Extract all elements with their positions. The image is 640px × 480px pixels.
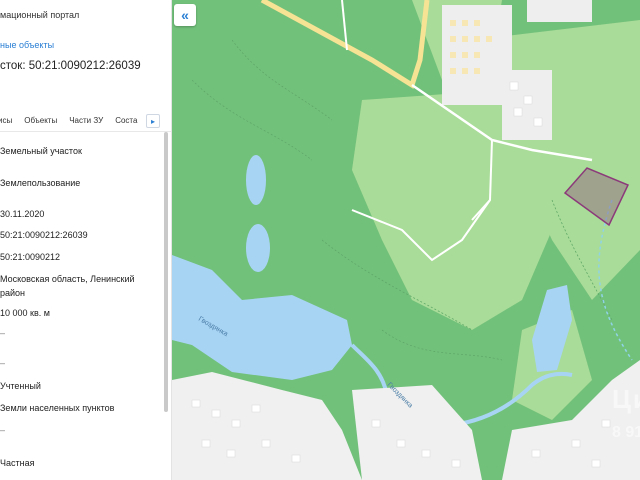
lake-small: [246, 224, 270, 272]
tab-description[interactable]: исы: [0, 116, 12, 125]
map-canvas[interactable]: Гвоздянка Гвоздянка: [172, 0, 640, 480]
portal-title: мационный портал: [0, 10, 80, 20]
urban-block: [527, 0, 592, 22]
tab-parts[interactable]: Части ЗУ: [69, 116, 103, 125]
field-object-type: Земельный участок: [0, 146, 82, 156]
watermark-phone: 8 911 8640: [612, 424, 640, 441]
double-chevron-left-icon[interactable]: «: [174, 4, 196, 26]
field-ownership: Частная: [0, 458, 35, 468]
lake-small: [246, 155, 266, 205]
info-panel: мационный портал ные объекты сток: 50:21…: [0, 0, 172, 480]
field-empty-2: –: [0, 358, 6, 368]
field-area: 10 000 кв. м: [0, 308, 50, 318]
urban-block: [502, 70, 552, 140]
tab-bar: исы Объекты Части ЗУ Соста ▸: [0, 110, 171, 132]
watermark-text: Циан: [612, 384, 640, 414]
field-category: Землепользование: [0, 178, 81, 188]
field-cad-quarter: 50:21:0090212: [0, 252, 61, 262]
field-land-category: Земли населенных пунктов: [0, 403, 115, 413]
field-cad-number: 50:21:0090212:26039: [0, 230, 88, 240]
breadcrumb-link[interactable]: ные объекты: [0, 40, 54, 50]
field-address: Московская область, Ленинский район: [0, 274, 135, 298]
field-date: 30.11.2020: [0, 209, 45, 219]
map-view[interactable]: Гвоздянка Гвоздянка Циан 8 911 8640: [172, 0, 640, 480]
field-empty-3: –: [0, 425, 6, 435]
tab-objects[interactable]: Объекты: [24, 116, 57, 125]
parcel-title: сток: 50:21:0090212:26039: [0, 60, 141, 72]
chevron-right-icon[interactable]: ▸: [146, 114, 160, 128]
tab-composition[interactable]: Соста: [115, 116, 137, 125]
field-empty-1: –: [0, 328, 6, 338]
field-status: Учтенный: [0, 381, 41, 391]
scrollbar-thumb[interactable]: [164, 132, 168, 412]
